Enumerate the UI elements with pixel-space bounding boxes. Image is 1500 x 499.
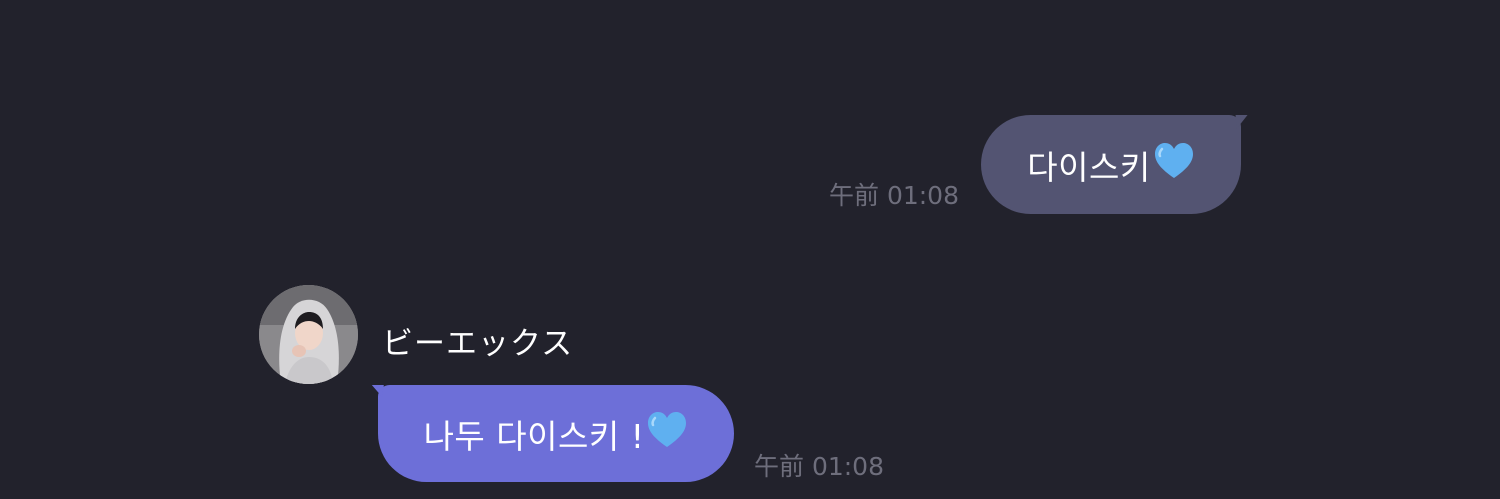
chat-view: 다이스키 午前 01:08 ビーエックス 나두 다이스키 ! 午前 01:08 bbox=[0, 0, 1500, 499]
incoming-message-text: 나두 다이스키 ! bbox=[423, 416, 645, 456]
incoming-message-bubble[interactable]: 나두 다이스키 ! bbox=[378, 385, 734, 482]
incoming-message-time: 午前 01:08 bbox=[754, 452, 884, 481]
outgoing-message-text: 다이스키 bbox=[1027, 147, 1151, 187]
blue-heart-icon bbox=[1153, 142, 1195, 188]
blue-heart-icon bbox=[646, 411, 688, 457]
outgoing-message-time: 午前 01:08 bbox=[829, 181, 959, 210]
outgoing-message-bubble[interactable]: 다이스키 bbox=[981, 115, 1241, 214]
sender-avatar[interactable] bbox=[259, 285, 358, 384]
sender-name: ビーエックス bbox=[382, 326, 574, 362]
